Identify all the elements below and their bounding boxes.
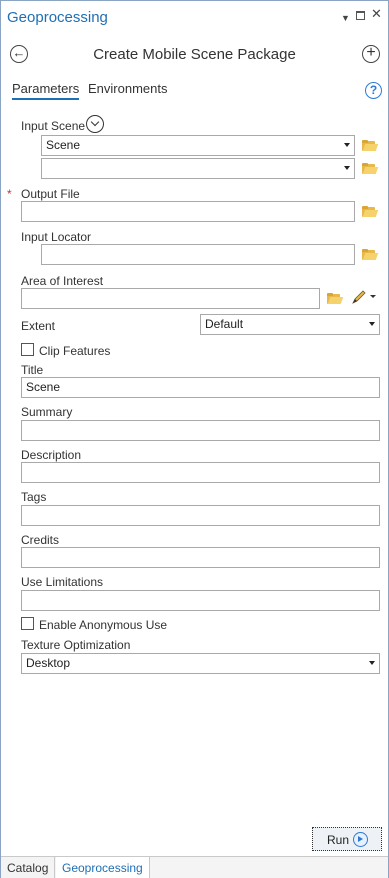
tab-geoprocessing[interactable]: Geoprocessing bbox=[56, 857, 150, 878]
texture-optimization-label: Texture Optimization bbox=[21, 638, 131, 652]
title-input[interactable]: Scene bbox=[21, 377, 380, 398]
run-button[interactable]: Run bbox=[312, 827, 382, 851]
dropdown-arrow-icon bbox=[369, 661, 375, 665]
pane-title: Geoprocessing bbox=[7, 9, 108, 26]
geoprocessing-pane: Geoprocessing ▼ ✕ ← Create Mobile Scene … bbox=[0, 0, 389, 878]
pane-menu-dropdown-icon[interactable]: ▼ bbox=[341, 12, 350, 24]
folder-icon[interactable] bbox=[362, 206, 379, 217]
description-label: Description bbox=[21, 448, 82, 462]
required-marker: * bbox=[7, 187, 12, 201]
input-scene-value-1: Scene bbox=[46, 138, 81, 152]
enable-anonymous-use-label: Enable Anonymous Use bbox=[39, 618, 168, 632]
summary-input[interactable] bbox=[21, 420, 380, 441]
tab-environments[interactable]: Environments bbox=[88, 81, 167, 96]
dropdown-arrow-icon bbox=[344, 143, 350, 147]
help-icon[interactable]: ? bbox=[365, 82, 382, 99]
folder-icon[interactable] bbox=[327, 293, 344, 304]
credits-label: Credits bbox=[21, 533, 60, 547]
input-scene-select-2[interactable] bbox=[41, 158, 355, 179]
folder-icon[interactable] bbox=[362, 163, 379, 174]
close-icon[interactable]: ✕ bbox=[371, 7, 382, 20]
extent-select[interactable]: Default bbox=[200, 314, 380, 335]
pane-header: Geoprocessing ▼ ✕ bbox=[1, 1, 388, 33]
texture-optimization-select[interactable]: Desktop bbox=[21, 653, 380, 674]
folder-icon[interactable] bbox=[362, 140, 379, 151]
input-scene-select-1[interactable]: Scene bbox=[41, 135, 355, 156]
texture-optimization-value: Desktop bbox=[26, 656, 71, 670]
dropdown-arrow-icon bbox=[369, 322, 375, 326]
extent-value: Default bbox=[205, 317, 244, 331]
folder-icon[interactable] bbox=[362, 249, 379, 260]
tab-parameters[interactable]: Parameters bbox=[12, 81, 80, 100]
output-file-input[interactable] bbox=[21, 201, 355, 222]
clip-features-label: Clip Features bbox=[39, 344, 111, 358]
title-label: Title bbox=[21, 363, 44, 377]
clip-features-checkbox[interactable] bbox=[21, 343, 34, 356]
play-icon bbox=[353, 832, 368, 847]
plus-icon: + bbox=[366, 44, 376, 61]
output-file-label: Output File bbox=[21, 187, 80, 201]
maximize-icon[interactable] bbox=[356, 11, 365, 20]
enable-anonymous-use-checkbox[interactable] bbox=[21, 617, 34, 630]
area-of-interest-label: Area of Interest bbox=[21, 274, 104, 288]
run-label: Run bbox=[327, 833, 350, 847]
chevron-down-icon[interactable] bbox=[86, 115, 104, 133]
bottom-tab-bar: Catalog Geoprocessing bbox=[1, 856, 388, 878]
tool-title: Create Mobile Scene Package bbox=[93, 46, 296, 63]
use-limitations-input[interactable] bbox=[21, 590, 380, 611]
tab-catalog[interactable]: Catalog bbox=[1, 857, 56, 878]
add-button[interactable]: + bbox=[362, 45, 380, 63]
description-input[interactable] bbox=[21, 462, 380, 483]
pencil-icon[interactable] bbox=[351, 289, 377, 305]
tags-label: Tags bbox=[21, 490, 47, 504]
summary-label: Summary bbox=[21, 405, 73, 419]
tags-input[interactable] bbox=[21, 505, 380, 526]
input-locator-input[interactable] bbox=[41, 244, 355, 265]
use-limitations-label: Use Limitations bbox=[21, 575, 104, 589]
input-scene-label: Input Scene bbox=[21, 119, 86, 133]
extent-label: Extent bbox=[21, 319, 56, 333]
area-of-interest-input[interactable] bbox=[21, 288, 320, 309]
input-locator-label: Input Locator bbox=[21, 230, 92, 244]
credits-input[interactable] bbox=[21, 547, 380, 568]
dropdown-arrow-icon bbox=[344, 166, 350, 170]
